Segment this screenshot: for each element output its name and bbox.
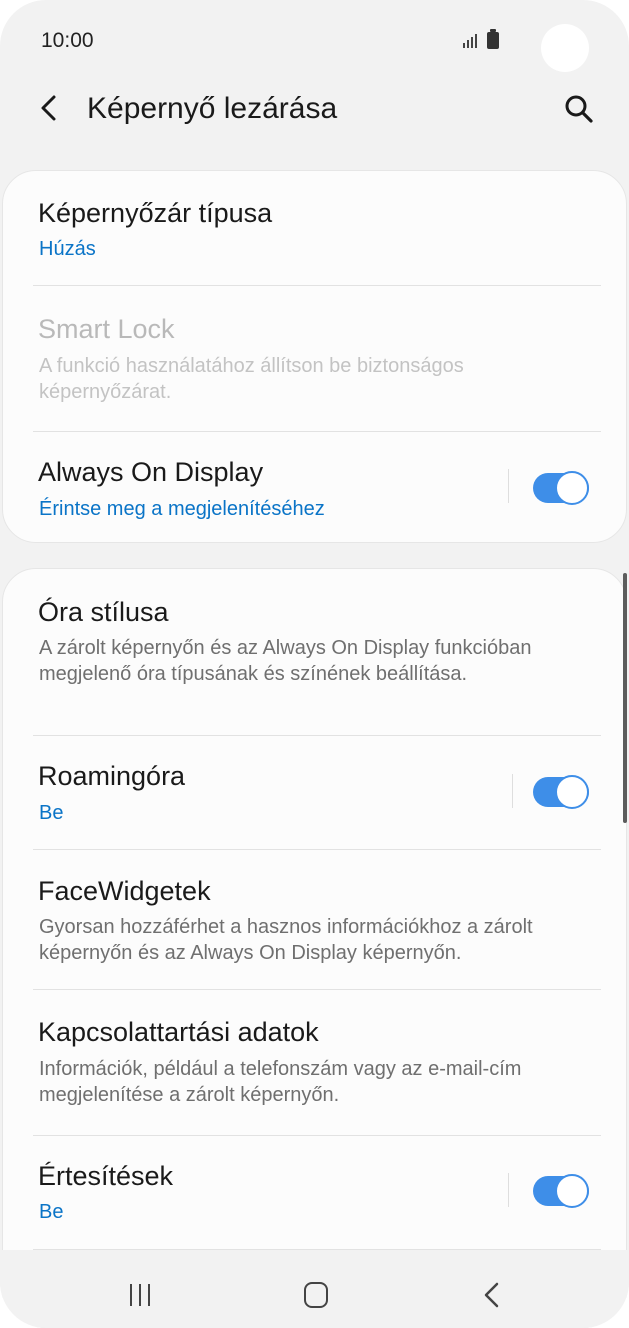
item-title: FaceWidgetek xyxy=(38,876,211,906)
item-title: Kapcsolattartási adatok xyxy=(38,1017,319,1047)
list-item-smart-lock: Smart Lock A funkció használatához állít… xyxy=(3,286,626,431)
item-subtitle: Be xyxy=(39,802,64,824)
item-description: Gyorsan hozzáférhet a hasznos információ… xyxy=(39,916,533,964)
item-title: Értesítések xyxy=(38,1161,174,1191)
list-item-facewidgets[interactable]: FaceWidgetek Gyorsan hozzáférhet a haszn… xyxy=(3,850,626,989)
item-title: Always On Display xyxy=(38,457,264,487)
item-description: A zárolt képernyőn és az Always On Displ… xyxy=(39,637,532,685)
home-icon[interactable] xyxy=(304,1282,328,1308)
status-bar: 10:00 xyxy=(0,0,629,80)
list-item-contact-info[interactable]: Kapcsolattartási adatok Információk, pél… xyxy=(3,990,626,1135)
vertical-separator xyxy=(508,469,509,503)
scrollbar[interactable] xyxy=(623,573,627,823)
item-title: Smart Lock xyxy=(38,314,175,344)
navigation-bar xyxy=(0,1250,629,1328)
app-header: Képernyő lezárása xyxy=(0,80,629,140)
front-camera xyxy=(541,24,589,72)
list-item-notifications[interactable]: Értesítések Be xyxy=(3,1136,626,1249)
item-subtitle: Érintse meg a megjelenítéséhez xyxy=(39,498,325,520)
recents-icon[interactable] xyxy=(128,1284,154,1306)
settings-card-display: Óra stílusa A zárolt képernyőn és az Alw… xyxy=(2,568,627,1328)
item-description: Információk, például a telefonszám vagy … xyxy=(39,1058,522,1106)
vertical-separator xyxy=(508,1173,509,1207)
item-subtitle: Be xyxy=(39,1201,64,1223)
always-on-display-toggle[interactable] xyxy=(533,471,589,505)
page-title: Képernyő lezárása xyxy=(87,92,338,125)
list-item-always-on-display[interactable]: Always On Display Érintse meg a megjelen… xyxy=(3,432,626,544)
notifications-toggle[interactable] xyxy=(533,1174,589,1208)
roaming-clock-toggle[interactable] xyxy=(533,775,589,809)
list-item-roaming-clock[interactable]: Roamingóra Be xyxy=(3,736,626,849)
item-title: Óra stílusa xyxy=(38,597,169,627)
signal-icon xyxy=(463,32,481,48)
item-title: Roamingóra xyxy=(38,761,186,791)
search-icon[interactable] xyxy=(563,93,595,125)
back-arrow-icon[interactable] xyxy=(34,92,66,124)
phone-screen: 10:00 Képernyő lezárása Képernyőzár típu… xyxy=(0,0,629,1328)
item-title: Képernyőzár típusa xyxy=(38,198,273,228)
settings-card-lock: Képernyőzár típusa Húzás Smart Lock A fu… xyxy=(2,170,627,543)
status-time: 10:00 xyxy=(41,29,94,52)
battery-icon xyxy=(487,29,499,49)
item-description: A funkció használatához állítson be bizt… xyxy=(39,355,464,403)
item-subtitle: Húzás xyxy=(39,238,96,260)
vertical-separator xyxy=(512,774,513,808)
nav-back-icon[interactable] xyxy=(480,1280,504,1310)
list-item-clock-style[interactable]: Óra stílusa A zárolt képernyőn és az Alw… xyxy=(3,569,626,735)
list-item-screen-lock-type[interactable]: Képernyőzár típusa Húzás xyxy=(3,171,626,285)
